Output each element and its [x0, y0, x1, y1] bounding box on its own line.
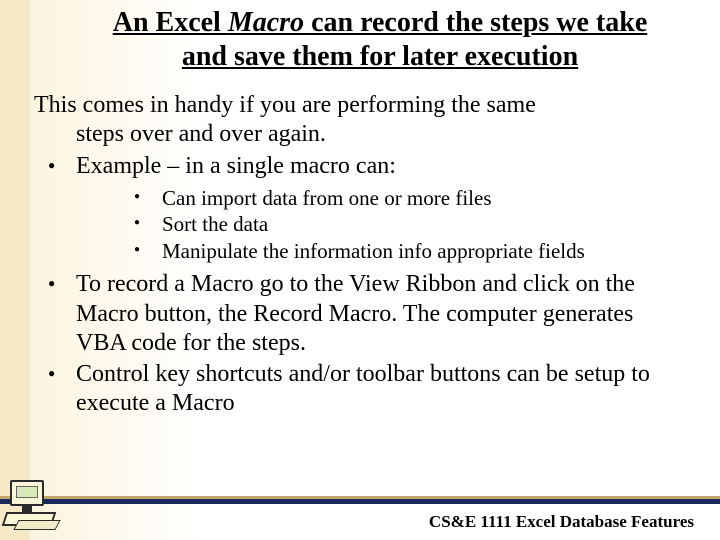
title-area: An Excel Macro can record the steps we t… [0, 0, 720, 73]
list-item: Sort the data [76, 211, 686, 237]
bullet-text: Example – in a single macro can: [76, 153, 396, 179]
slide-title: An Excel Macro can record the steps we t… [90, 6, 670, 73]
list-item: Example – in a single macro can: Can imp… [34, 152, 686, 265]
sub-bullet-text: Manipulate the information info appropri… [162, 239, 585, 263]
footer-text: CS&E 1111 Excel Database Features [429, 512, 694, 532]
intro-text: This comes in handy if you are performin… [34, 91, 686, 150]
intro-line2: steps over and over again. [34, 120, 686, 149]
sub-bullet-text: Can import data from one or more files [162, 186, 492, 210]
bullet-text: Control key shortcuts and/or toolbar but… [76, 361, 650, 416]
slide: An Excel Macro can record the steps we t… [0, 0, 720, 540]
intro-line1: This comes in handy if you are performin… [34, 91, 686, 120]
list-item: Control key shortcuts and/or toolbar but… [34, 360, 686, 419]
title-part1: An Excel [113, 7, 228, 38]
content-area: This comes in handy if you are performin… [0, 73, 720, 418]
computer-icon [2, 480, 60, 534]
sub-bullet-text: Sort the data [162, 212, 268, 236]
list-item: Can import data from one or more files [76, 185, 686, 211]
list-item: To record a Macro go to the View Ribbon … [34, 270, 686, 358]
bullet-list-1: Example – in a single macro can: Can imp… [34, 152, 686, 419]
title-macro: Macro [228, 7, 304, 38]
sub-bullet-list: Can import data from one or more files S… [76, 185, 686, 264]
footer-divider [0, 498, 720, 504]
bullet-text: To record a Macro go to the View Ribbon … [76, 271, 635, 356]
list-item: Manipulate the information info appropri… [76, 238, 686, 264]
